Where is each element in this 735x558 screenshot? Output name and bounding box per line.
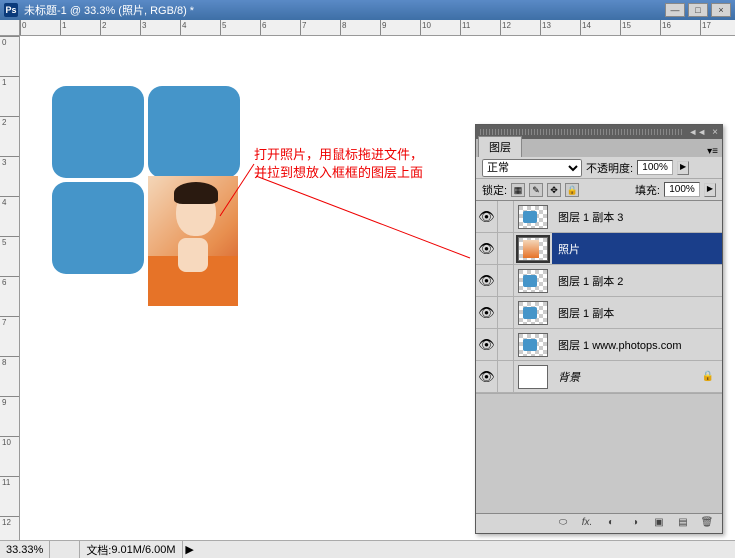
- ps-app-icon: Ps: [4, 3, 18, 17]
- lock-icon: 🔒: [702, 371, 714, 382]
- document-title: 未标题-1 @ 33.3% (照片, RGB/8) *: [24, 2, 194, 18]
- layer-row[interactable]: 👁 图层 1 副本: [476, 297, 722, 329]
- window-titlebar: Ps 未标题-1 @ 33.3% (照片, RGB/8) * — □ ×: [0, 0, 735, 20]
- maximize-button[interactable]: □: [688, 3, 708, 17]
- close-button[interactable]: ×: [711, 3, 731, 17]
- panel-tabs: 图层 ▾≡: [476, 139, 722, 157]
- layers-tab[interactable]: 图层: [478, 136, 522, 157]
- layer-name[interactable]: 背景🔒: [552, 361, 722, 392]
- photo-layer[interactable]: [148, 176, 238, 306]
- layer-row[interactable]: 👁 图层 1 www.photops.com: [476, 329, 722, 361]
- opacity-flyout-icon[interactable]: ▶: [677, 161, 689, 175]
- layer-row[interactable]: 👁 图层 1 副本 2: [476, 265, 722, 297]
- minimize-button[interactable]: —: [665, 3, 685, 17]
- visibility-eye-icon[interactable]: 👁: [476, 265, 498, 296]
- ruler-origin[interactable]: [0, 20, 20, 36]
- panel-menu-icon[interactable]: ▾≡: [707, 146, 718, 157]
- fill-flyout-icon[interactable]: ▶: [704, 183, 716, 197]
- layer-thumbnail[interactable]: [518, 365, 548, 389]
- new-layer-icon[interactable]: ▤: [674, 517, 692, 531]
- layer-mask-icon[interactable]: ◐: [602, 517, 620, 531]
- opacity-value[interactable]: 100%: [637, 160, 673, 175]
- status-flyout-icon[interactable]: ▶: [183, 543, 197, 556]
- rounded-rect-shape[interactable]: [52, 86, 144, 178]
- lock-position-icon[interactable]: ✥: [547, 183, 561, 197]
- visibility-eye-icon[interactable]: 👁: [476, 361, 498, 392]
- adjustment-layer-icon[interactable]: ◑: [626, 517, 644, 531]
- rounded-rect-shape[interactable]: [148, 86, 240, 178]
- layer-list: 👁 图层 1 副本 3 👁 照片 👁 图层 1 副本 2 👁 图层 1 副本 👁 图层 1 www…: [476, 201, 722, 393]
- layers-panel[interactable]: ◄◄ × 图层 ▾≡ 正常 不透明度: 100% ▶ 锁定: ▦ ✎ ✥ 🔒 填…: [475, 124, 723, 534]
- layer-row[interactable]: 👁 照片: [476, 233, 722, 265]
- opacity-label: 不透明度:: [586, 160, 633, 176]
- fill-label: 填充:: [635, 182, 660, 198]
- horizontal-ruler[interactable]: 01234567891011121314151617: [20, 20, 735, 36]
- vertical-ruler[interactable]: 0123456789101112: [0, 36, 20, 540]
- lock-pixels-icon[interactable]: ✎: [529, 183, 543, 197]
- visibility-eye-icon[interactable]: 👁: [476, 297, 498, 328]
- visibility-eye-icon[interactable]: 👁: [476, 329, 498, 360]
- layer-thumbnail[interactable]: [518, 269, 548, 293]
- layer-name[interactable]: 照片: [552, 233, 722, 264]
- layer-name[interactable]: 图层 1 副本 2: [552, 265, 722, 296]
- status-segment: [50, 541, 80, 558]
- rounded-rect-shape[interactable]: [52, 182, 144, 274]
- layers-footer: ⬭ fx. ◐ ◑ ▣ ▤ 🗑: [476, 513, 722, 533]
- blend-mode-select[interactable]: 正常: [482, 159, 582, 177]
- layer-thumbnail[interactable]: [518, 333, 548, 357]
- layer-fx-icon[interactable]: fx.: [578, 517, 596, 531]
- visibility-eye-icon[interactable]: 👁: [476, 233, 498, 264]
- fill-value[interactable]: 100%: [664, 182, 700, 197]
- layers-empty-area[interactable]: [476, 393, 722, 513]
- layer-thumbnail[interactable]: [518, 205, 548, 229]
- visibility-eye-icon[interactable]: 👁: [476, 201, 498, 232]
- panel-collapse-icon[interactable]: ◄◄: [688, 127, 706, 137]
- lock-all-icon[interactable]: 🔒: [565, 183, 579, 197]
- panel-close-icon[interactable]: ×: [712, 127, 718, 138]
- zoom-level[interactable]: 33.33%: [0, 541, 50, 558]
- layer-group-icon[interactable]: ▣: [650, 517, 668, 531]
- lock-transparency-icon[interactable]: ▦: [511, 183, 525, 197]
- delete-layer-icon[interactable]: 🗑: [698, 517, 716, 531]
- annotation-text: 打开照片，用鼠标拖进文件， 并拉到想放入框框的图层上面: [254, 146, 423, 182]
- doc-size[interactable]: 文档:9.01M/6.00M: [80, 541, 182, 558]
- layer-thumbnail[interactable]: [518, 301, 548, 325]
- layer-thumbnail[interactable]: [518, 237, 548, 261]
- layer-name[interactable]: 图层 1 副本 3: [552, 201, 722, 232]
- layer-name[interactable]: 图层 1 www.photops.com: [552, 329, 722, 360]
- status-bar: 33.33% 文档:9.01M/6.00M ▶: [0, 540, 735, 558]
- layer-name[interactable]: 图层 1 副本: [552, 297, 722, 328]
- link-layers-icon[interactable]: ⬭: [554, 517, 572, 531]
- layer-row[interactable]: 👁 背景🔒: [476, 361, 722, 393]
- lock-label: 锁定:: [482, 182, 507, 198]
- layer-row[interactable]: 👁 图层 1 副本 3: [476, 201, 722, 233]
